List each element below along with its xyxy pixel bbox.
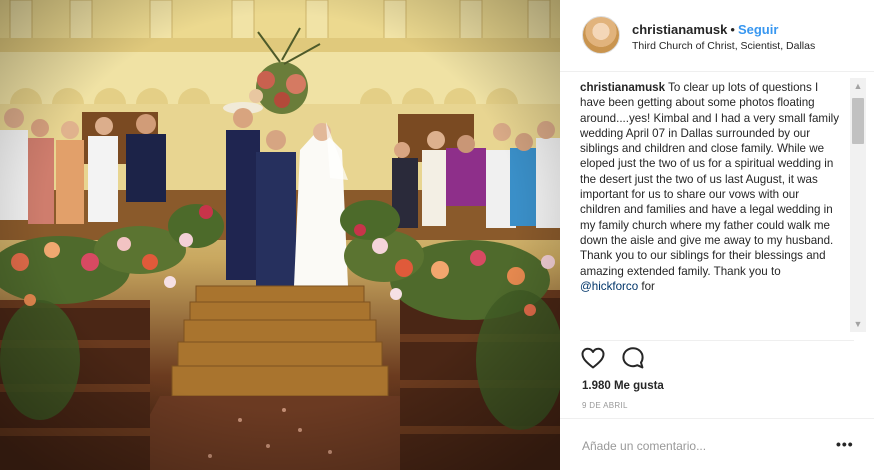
post-header: christianamusk • Seguir Third Church of Ch… (560, 0, 874, 72)
post-sidebar: christianamusk • Seguir Third Church of Ch… (560, 0, 874, 470)
follow-button[interactable]: Seguir (738, 22, 778, 37)
post-date[interactable]: 9 DE ABRIL (582, 401, 628, 410)
post-photo[interactable] (0, 0, 560, 470)
caption-scrollbar[interactable]: ▲ ▼ (850, 78, 866, 332)
comment-bubble-icon (622, 347, 644, 369)
scroll-up-arrow-icon[interactable]: ▲ (850, 78, 866, 94)
comment-button[interactable] (620, 345, 646, 371)
caption-scroll-area[interactable]: christianamusk To clear up lots of quest… (580, 80, 842, 338)
scroll-down-arrow-icon[interactable]: ▼ (850, 316, 866, 332)
header-username[interactable]: christianamusk (632, 22, 727, 37)
location-link[interactable]: Third Church of Christ, Scientist, Dalla… (632, 40, 815, 52)
comment-input[interactable] (582, 437, 802, 455)
caption-mention-link[interactable]: @hickforco (580, 280, 638, 293)
caption: christianamusk To clear up lots of quest… (580, 80, 842, 294)
actions-divider (580, 340, 854, 341)
action-bar (580, 344, 646, 372)
avatar[interactable] (582, 16, 620, 54)
scroll-thumb[interactable] (852, 98, 864, 144)
likes-count[interactable]: 1.980 Me gusta (582, 380, 664, 392)
wedding-photo-illustration (0, 0, 560, 470)
caption-text: To clear up lots of questions I have bee… (580, 81, 840, 278)
like-button[interactable] (580, 345, 606, 371)
caption-tail: for (638, 279, 655, 293)
comment-section: ••• (560, 418, 874, 470)
more-options-button[interactable]: ••• (836, 437, 854, 451)
header-user-line: christianamusk • Seguir (632, 22, 778, 37)
header-separator: • (730, 22, 735, 37)
heart-icon (581, 347, 605, 369)
caption-username[interactable]: christianamusk (580, 81, 665, 94)
